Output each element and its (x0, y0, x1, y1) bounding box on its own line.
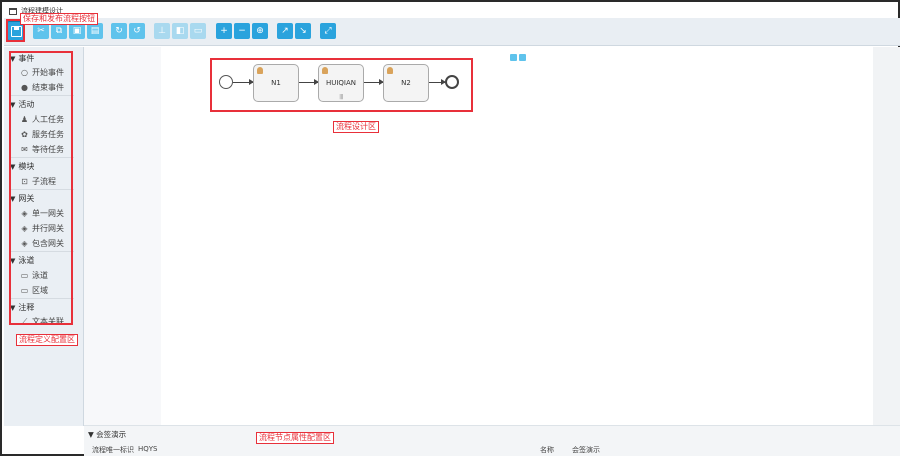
zoom-out-button[interactable]: − (234, 23, 250, 39)
definition-callout: 流程定义配置区 (16, 334, 78, 346)
canvas-scrollbar[interactable] (873, 47, 900, 425)
title-bar: 流程建模设计 (4, 4, 900, 18)
paste-icon: ▣ (72, 26, 82, 36)
undo-icon: ↺ (133, 26, 141, 36)
process-name-value[interactable]: 会签演示 (572, 445, 600, 455)
definition-highlight-box (9, 51, 73, 325)
bend-remove-button[interactable]: ↘ (295, 23, 311, 39)
toolbar: ✂ ⧉ ▣ ▤ ↻ ↺ ⊥ ◧ ▭ + − ⊕ ↗ ↘ ⤢ (4, 18, 900, 46)
design-callout: 流程设计区 (333, 121, 379, 133)
redo-icon: ↻ (115, 26, 123, 36)
copy-icon: ⧉ (55, 26, 63, 36)
chevron-down-icon: ▼ (88, 430, 97, 439)
copy-button[interactable]: ⧉ (51, 23, 67, 39)
stencil-button[interactable]: ◧ (172, 23, 188, 39)
cut-button[interactable]: ✂ (33, 23, 49, 39)
app-window: 流程建模设计 ✂ ⧉ ▣ ▤ ↻ ↺ ⊥ ◧ ▭ + − ⊕ ↗ ↘ ⤢ 保存和… (0, 0, 900, 456)
delete-button[interactable]: ▤ (87, 23, 103, 39)
stencil-icon: ◧ (175, 26, 185, 36)
align-icon: ⊥ (158, 26, 166, 36)
process-id-label: 流程唯一标识 (92, 446, 134, 454)
window-icon (9, 7, 17, 15)
expand-icon[interactable] (519, 54, 526, 61)
group-button[interactable]: ▭ (190, 23, 206, 39)
cut-icon: ✂ (37, 26, 45, 36)
bend-add-icon: ↗ (281, 26, 289, 36)
redo-button[interactable]: ↻ (111, 23, 127, 39)
process-id-value[interactable]: HQYS (138, 445, 158, 453)
align-button[interactable]: ⊥ (154, 23, 170, 39)
properties-section-title: 会签演示 (96, 430, 127, 439)
process-name-label: 名称 (540, 446, 554, 454)
delete-icon: ▤ (90, 26, 100, 36)
zoom-out-icon: − (238, 26, 246, 36)
properties-panel: ▼ 会签演示 流程唯一标识 HQYS 名称 会签演示 (84, 425, 900, 456)
bend-remove-icon: ↘ (299, 26, 307, 36)
property-callout: 流程节点属性配置区 (256, 432, 334, 444)
zoom-in-button[interactable]: + (216, 23, 232, 39)
collapse-icon[interactable] (510, 54, 517, 61)
zoom-fit-button[interactable]: ⊕ (252, 23, 268, 39)
paste-button[interactable]: ▣ (69, 23, 85, 39)
bend-add-button[interactable]: ↗ (277, 23, 293, 39)
group-icon: ▭ (193, 26, 203, 36)
fullscreen-button[interactable]: ⤢ (320, 23, 336, 39)
properties-header[interactable]: ▼ 会签演示 (88, 429, 126, 440)
undo-button[interactable]: ↺ (129, 23, 145, 39)
save-publish-callout: 保存和发布流程按钮 (20, 13, 98, 25)
fullscreen-icon: ⤢ (324, 26, 332, 36)
zoom-fit-icon: ⊕ (256, 26, 264, 36)
canvas-gutter-left (84, 47, 161, 425)
design-highlight-box (210, 58, 473, 112)
zoom-in-icon: + (220, 26, 228, 36)
